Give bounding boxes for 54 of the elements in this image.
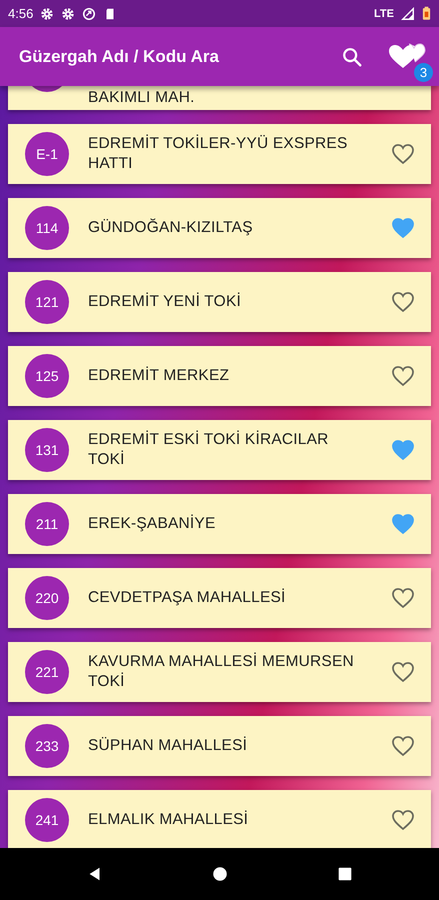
route-name: EDREMİT YENİ TOKİ (88, 292, 242, 312)
route-name: ELMALIK MAHALLESİ (88, 810, 250, 830)
signal-icon (401, 6, 415, 20)
route-code-badge: 220 (25, 576, 69, 620)
heart-outline-icon[interactable] (391, 661, 415, 683)
route-code-badge: 131 (25, 428, 69, 472)
route-name: EDREMİT MERKEZ (88, 366, 230, 386)
heart-outline-icon[interactable] (391, 735, 415, 757)
route-card[interactable]: E-1 EDREMİT TOKİLER-YYÜ EXSPRES HATTI (8, 124, 431, 184)
route-code-badge: E-1 (25, 132, 69, 176)
heart-outline-icon[interactable] (391, 143, 415, 165)
heart-outline-icon[interactable] (391, 365, 415, 387)
route-name: EREK-ŞABANİYE (88, 514, 217, 534)
route-card[interactable]: 241 ELMALIK MAHALLESİ (8, 790, 431, 848)
route-card[interactable]: 121 EDREMİT YENİ TOKİ (8, 272, 431, 332)
route-name: CEVDETPAŞA MAHALLESİ (88, 588, 287, 608)
heart-outline-icon[interactable] (391, 587, 415, 609)
heart-outline-icon[interactable] (391, 809, 415, 831)
route-code-badge: 125 (25, 354, 69, 398)
route-name: EDREMİT ESKİ TOKİ KİRACILAR TOKİ (88, 430, 330, 470)
route-code-badge: 241 (25, 798, 69, 842)
route-card[interactable]: 114 GÜNDOĞAN-KIZILTAŞ (8, 198, 431, 258)
route-code-badge: 114 (25, 206, 69, 250)
route-card[interactable]: 233 SÜPHAN MAHALLESİ (8, 716, 431, 776)
favorites-count-badge: 3 (414, 63, 433, 82)
route-code-badge: 221 (25, 650, 69, 694)
route-code-badge: 121 (25, 280, 69, 324)
search-icon (341, 46, 363, 68)
route-code-badge: 233 (25, 724, 69, 768)
route-card[interactable]: 221 KAVURMA MAHALLESİ MEMURSEN TOKİ (8, 642, 431, 702)
network-label: LTE (374, 8, 394, 20)
route-name: EDREMİT TOKİLER-YYÜ EXSPRES HATTI (88, 134, 348, 174)
route-card[interactable]: 211 EREK-ŞABANİYE (8, 494, 431, 554)
route-name: GÜNDOĞAN-KIZILTAŞ (88, 218, 254, 238)
route-card[interactable]: 125 EDREMİT MERKEZ (8, 346, 431, 406)
route-code-badge: 211 (25, 502, 69, 546)
heart-outline-icon[interactable] (391, 291, 415, 313)
route-card[interactable]: BAKIMLI MAH. (8, 86, 431, 110)
filled-heart-icon[interactable] (391, 217, 415, 239)
gear-icon (61, 6, 76, 20)
route-card[interactable]: 220 CEVDETPAŞA MAHALLESİ (8, 568, 431, 628)
sync-icon (82, 6, 96, 20)
route-card[interactable]: 131 EDREMİT ESKİ TOKİ KİRACILAR TOKİ (8, 420, 431, 480)
route-name: KAVURMA MAHALLESİ MEMURSEN TOKİ (88, 652, 355, 692)
route-name: SÜPHAN MAHALLESİ (88, 736, 248, 756)
home-button[interactable] (210, 865, 228, 883)
app-title: Güzergah Adı / Kodu Ara (19, 46, 220, 66)
filled-heart-icon[interactable] (391, 439, 415, 461)
battery-icon (422, 6, 431, 21)
filled-heart-icon[interactable] (391, 513, 415, 535)
route-name: BAKIMLI MAH. (88, 88, 196, 108)
gear-icon (40, 6, 54, 20)
recents-button[interactable] (336, 865, 354, 883)
clock: 4:56 (8, 6, 34, 21)
